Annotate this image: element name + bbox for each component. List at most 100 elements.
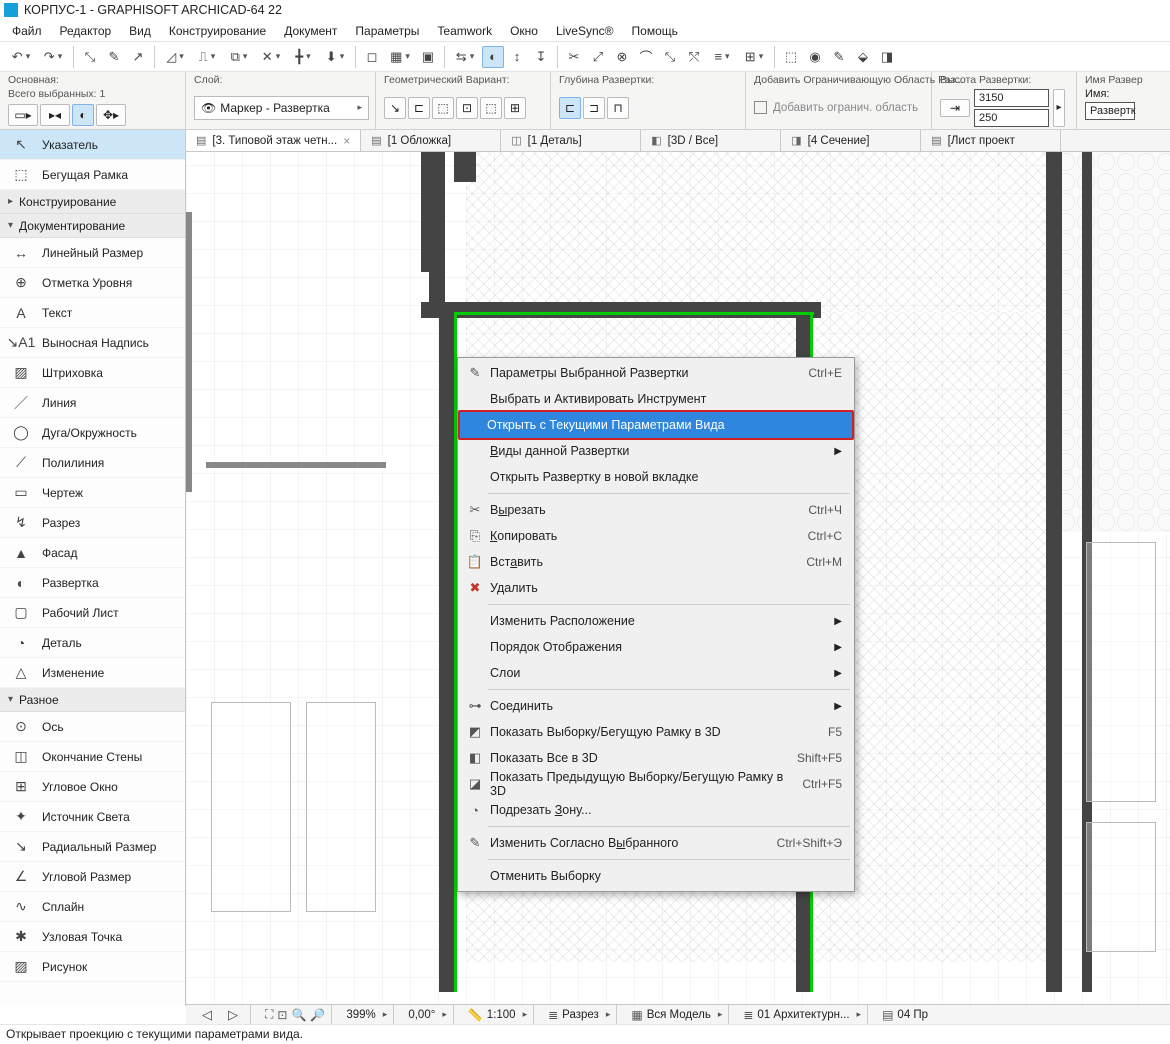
- tool-деталь[interactable]: ◔Деталь: [0, 628, 185, 658]
- tool-узловая-точка[interactable]: ✱Узловая Точка: [0, 922, 185, 952]
- ctx-item-7[interactable]: ⎘КопироватьCtrl+C: [460, 523, 852, 549]
- nav-back-icon[interactable]: ◁: [196, 1004, 218, 1026]
- geom-var-6[interactable]: ⊞: [504, 97, 526, 119]
- sheet-value[interactable]: 04 Пр: [897, 1009, 928, 1021]
- ruler-icon[interactable]: ◿▾: [160, 46, 190, 68]
- tool-угловой-размер[interactable]: ∠Угловой Размер: [0, 862, 185, 892]
- depth-opt-1[interactable]: ⊏: [559, 97, 581, 119]
- redo-button[interactable]: ↷▾: [38, 46, 68, 68]
- gravity-icon[interactable]: ⬇▾: [320, 46, 350, 68]
- show-3d-icon[interactable]: ⬙: [852, 46, 874, 68]
- ctx-item-0[interactable]: ✎Параметры Выбранной РазверткиCtrl+E: [460, 360, 852, 386]
- cat-construct[interactable]: Конструирование: [0, 190, 185, 214]
- ie-tool-button[interactable]: ▸◂: [40, 104, 70, 126]
- ctx-item-11[interactable]: Изменить Расположение▶: [460, 608, 852, 634]
- menu-edit[interactable]: Редактор: [52, 22, 120, 40]
- grid-icon[interactable]: ╋▾: [288, 46, 318, 68]
- ctx-item-1[interactable]: Выбрать и Активировать Инструмент: [460, 386, 852, 412]
- geom-var-2[interactable]: ⊏: [408, 97, 430, 119]
- height-top-input[interactable]: 3150: [974, 89, 1049, 107]
- suspend-icon[interactable]: ◻: [361, 46, 383, 68]
- default-settings-button[interactable]: ▭▸: [8, 104, 38, 126]
- trace-icon[interactable]: ⧉▾: [224, 46, 254, 68]
- tool-marquee[interactable]: ⬚Бегущая Рамка: [0, 160, 185, 190]
- tool-выносная-надпись[interactable]: ↘A1Выносная Надпись: [0, 328, 185, 358]
- angle-value[interactable]: 0,00°: [408, 1009, 435, 1021]
- tool-разрез[interactable]: ↯Разрез: [0, 508, 185, 538]
- tool-рисунок[interactable]: ▨Рисунок: [0, 952, 185, 982]
- ctx-item-23[interactable]: Отменить Выборку: [460, 863, 852, 889]
- tool-источник-света[interactable]: ✦Источник Света: [0, 802, 185, 832]
- ctx-item-15[interactable]: ⊶Соединить▶: [460, 693, 852, 719]
- tool-полилиния[interactable]: ⟋Полилиния: [0, 448, 185, 478]
- tool-pointer[interactable]: ↖Указатель: [0, 130, 185, 160]
- ctx-item-21[interactable]: ✎Изменить Согласно ВыбранногоCtrl+Shift+…: [460, 830, 852, 856]
- menu-livesync[interactable]: LiveSync®: [548, 22, 622, 40]
- lock-icon[interactable]: ▣: [417, 46, 439, 68]
- magic-icon[interactable]: ◐: [482, 46, 504, 68]
- geom-var-3[interactable]: ⬚: [432, 97, 454, 119]
- bound-checkbox[interactable]: [754, 101, 767, 114]
- tool-линейный-размер[interactable]: ↔Линейный Размер: [0, 238, 185, 268]
- adjust-icon[interactable]: ⤢: [587, 46, 609, 68]
- scale-value[interactable]: 1:100: [487, 1009, 516, 1021]
- tool-ось[interactable]: ⊙Ось: [0, 712, 185, 742]
- ctx-item-3[interactable]: Виды данной Развертки▶: [460, 438, 852, 464]
- tool-радиальный-размер[interactable]: ↘Радиальный Размер: [0, 832, 185, 862]
- section-3d-icon[interactable]: ◨: [876, 46, 898, 68]
- tool-угловое-окно[interactable]: ⊞Угловое Окно: [0, 772, 185, 802]
- intersect-icon[interactable]: ⊗: [611, 46, 633, 68]
- cat-doc[interactable]: Документирование: [0, 214, 185, 238]
- offset-icon[interactable]: ⇆▾: [450, 46, 480, 68]
- menu-view[interactable]: Вид: [121, 22, 159, 40]
- tab-1[interactable]: ▤[1 Обложка]: [361, 130, 501, 151]
- ctx-item-8[interactable]: 📋ВставитьCtrl+M: [460, 549, 852, 575]
- section-mode[interactable]: Разрез: [562, 1009, 599, 1021]
- distribute-icon[interactable]: ⊞▾: [739, 46, 769, 68]
- ctx-item-19[interactable]: ◔Подрезать Зону...: [460, 797, 852, 823]
- tool-штриховка[interactable]: ▨Штриховка: [0, 358, 185, 388]
- ctx-item-9[interactable]: ✖Удалить: [460, 575, 852, 601]
- zoom-extents-icon[interactable]: ⛶: [265, 1007, 273, 1022]
- resize-icon[interactable]: ⤡: [659, 46, 681, 68]
- group-icon[interactable]: ▦▾: [385, 46, 415, 68]
- menu-file[interactable]: Файл: [4, 22, 50, 40]
- height-icon-top[interactable]: ⇥: [940, 99, 970, 117]
- ctx-item-18[interactable]: ◪Показать Предыдущую Выборку/Бегущую Рам…: [460, 771, 852, 797]
- morph-icon[interactable]: ◉: [804, 46, 826, 68]
- guides-icon[interactable]: ⎍▾: [192, 46, 222, 68]
- height-bot-input[interactable]: 250: [974, 109, 1049, 127]
- geom-var-1[interactable]: ↘: [384, 97, 406, 119]
- menu-document[interactable]: Документ: [276, 22, 345, 40]
- tool-текст[interactable]: AТекст: [0, 298, 185, 328]
- tool-изменение[interactable]: △Изменение: [0, 658, 185, 688]
- tab-4[interactable]: ◨[4 Сечение]: [781, 130, 921, 151]
- tool-линия[interactable]: ／Линия: [0, 388, 185, 418]
- split-icon[interactable]: ⤲: [683, 46, 705, 68]
- layer-combo[interactable]: 01 Архитектурн...: [757, 1009, 849, 1021]
- depth-opt-2[interactable]: ⊐: [583, 97, 605, 119]
- measure-icon[interactable]: ↕: [506, 46, 528, 68]
- snap-icon[interactable]: ✕▾: [256, 46, 286, 68]
- tool-фасад[interactable]: ▲Фасад: [0, 538, 185, 568]
- geom-var-4[interactable]: ⊡: [456, 97, 478, 119]
- cat-misc[interactable]: Разное: [0, 688, 185, 712]
- ctx-item-2[interactable]: Открыть с Текущими Параметрами Вида: [458, 410, 854, 440]
- layer-dropdown[interactable]: 👁Маркер - Развертка ▸: [194, 96, 369, 120]
- edit-place-icon[interactable]: ✎: [828, 46, 850, 68]
- fillet-icon[interactable]: ⌒: [635, 46, 657, 68]
- zoom-in-icon[interactable]: 🔍: [291, 1008, 306, 1022]
- menu-design[interactable]: Конструирование: [161, 22, 274, 40]
- ctx-item-6[interactable]: ✂ВырезатьCtrl+Ч: [460, 497, 852, 523]
- tool-отметка-уровня[interactable]: ⊕Отметка Уровня: [0, 268, 185, 298]
- tab-3[interactable]: ◧[3D / Все]: [641, 130, 781, 151]
- zoom-value[interactable]: 399%: [346, 1009, 375, 1021]
- elev-icon[interactable]: ↧: [530, 46, 552, 68]
- menu-window[interactable]: Окно: [502, 22, 546, 40]
- ctx-item-12[interactable]: Порядок Отображения▶: [460, 634, 852, 660]
- move-icon[interactable]: ✥▸: [96, 104, 126, 126]
- tab-2[interactable]: ◫[1 Деталь]: [501, 130, 641, 151]
- menu-options[interactable]: Параметры: [347, 22, 427, 40]
- tool-чертеж[interactable]: ▭Чертеж: [0, 478, 185, 508]
- nav-fwd-icon[interactable]: ▷: [222, 1004, 244, 1026]
